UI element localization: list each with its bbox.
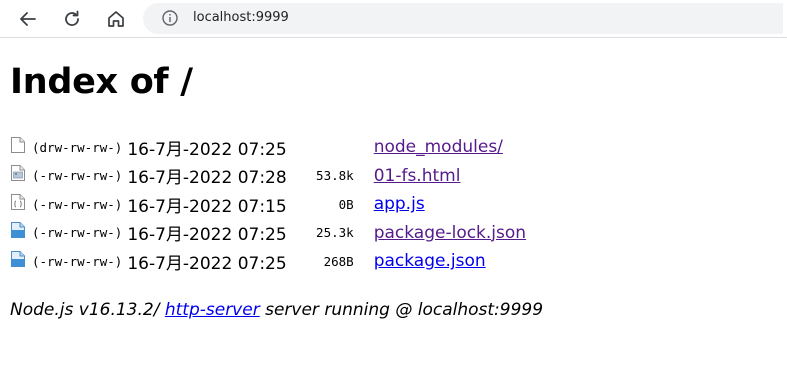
file-name-cell: node_modules/ bbox=[374, 133, 526, 162]
file-link[interactable]: 01-fs.html bbox=[374, 166, 461, 186]
http-server-link[interactable]: http-server bbox=[165, 300, 260, 320]
file-link[interactable]: package.json bbox=[374, 251, 486, 271]
listing-row: (-rw-rw-rw-) 16-7月-2022 07:25 268B package.… bbox=[10, 247, 526, 276]
reload-icon bbox=[65, 10, 79, 26]
listing-row: (-rw-rw-rw-) 16-7月-2022 07:28 53.8k 01-fs.h… bbox=[10, 162, 526, 191]
file-size: 0B bbox=[338, 196, 354, 212]
info-icon[interactable] bbox=[161, 9, 179, 27]
reload-button[interactable] bbox=[56, 3, 88, 35]
file-date: 16-7月-2022 07:28 bbox=[127, 168, 287, 189]
js-file-icon bbox=[10, 190, 32, 219]
back-arrow-icon bbox=[20, 12, 36, 26]
json-file-icon bbox=[10, 247, 32, 276]
file-permissions: (-rw-rw-rw-) bbox=[32, 196, 123, 212]
footer-prefix: Node.js v16.13.2/ bbox=[10, 300, 165, 320]
file-size bbox=[299, 133, 374, 162]
url-text[interactable]: localhost:9999 bbox=[193, 10, 289, 25]
browser-toolbar: localhost:9999 bbox=[0, 0, 787, 38]
file-name-cell: package.json bbox=[374, 247, 526, 276]
server-footer: Node.js v16.13.2/ http-server server run… bbox=[10, 300, 543, 320]
file-size: 268B bbox=[323, 253, 354, 269]
file-size: 25.3k bbox=[316, 225, 354, 241]
page-title: Index of / bbox=[10, 62, 193, 102]
file-permissions: (drw-rw-rw-) bbox=[32, 139, 123, 155]
footer-suffix: server running @ localhost:9999 bbox=[259, 300, 544, 320]
file-date: 16-7月-2022 07:25 bbox=[127, 139, 287, 160]
file-permissions: (-rw-rw-rw-) bbox=[32, 168, 123, 184]
file-date: 16-7月-2022 07:25 bbox=[127, 225, 287, 246]
file-size: 53.8k bbox=[316, 168, 354, 184]
file-link[interactable]: node_modules/ bbox=[374, 137, 503, 157]
directory-listing: (drw-rw-rw-) 16-7月-2022 07:25 node_modules… bbox=[10, 133, 526, 276]
file-link[interactable]: package-lock.json bbox=[374, 223, 526, 243]
home-icon bbox=[108, 11, 124, 27]
listing-row: (-rw-rw-rw-) 16-7月-2022 07:15 0B app.js bbox=[10, 190, 526, 219]
html-file-icon bbox=[10, 162, 32, 191]
home-button[interactable] bbox=[100, 3, 132, 35]
listing-row: (-rw-rw-rw-) 16-7月-2022 07:25 25.3k package… bbox=[10, 219, 526, 248]
file-name-cell: 01-fs.html bbox=[374, 162, 526, 191]
folder-icon bbox=[10, 133, 32, 162]
back-button[interactable] bbox=[12, 3, 44, 35]
json-file-icon bbox=[10, 219, 32, 248]
file-date: 16-7月-2022 07:25 bbox=[127, 253, 287, 274]
file-date: 16-7月-2022 07:15 bbox=[127, 196, 287, 217]
file-link[interactable]: app.js bbox=[374, 194, 425, 214]
file-name-cell: app.js bbox=[374, 190, 526, 219]
address-bar[interactable]: localhost:9999 bbox=[143, 3, 783, 34]
listing-row: (drw-rw-rw-) 16-7月-2022 07:25 node_modules… bbox=[10, 133, 526, 162]
file-name-cell: package-lock.json bbox=[374, 219, 526, 248]
file-permissions: (-rw-rw-rw-) bbox=[32, 225, 123, 241]
file-permissions: (-rw-rw-rw-) bbox=[32, 253, 123, 269]
